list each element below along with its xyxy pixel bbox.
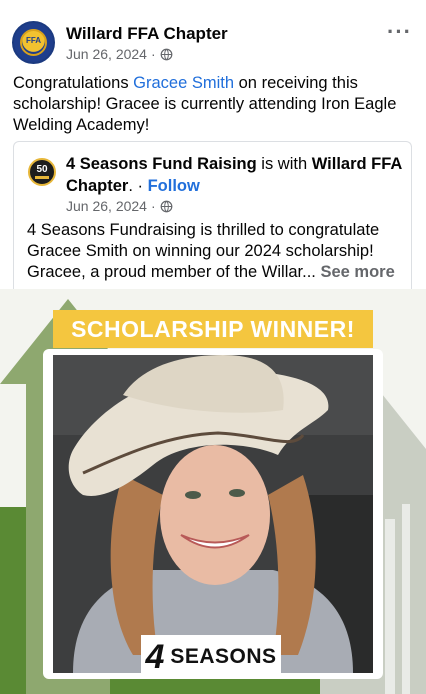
winner-photo xyxy=(53,355,373,673)
post-text: Congratulations Gracee Smith on receivin… xyxy=(13,74,397,134)
shared-author-avatar[interactable]: 50 xyxy=(28,158,56,186)
see-more-link[interactable]: See more xyxy=(320,263,394,281)
meta-separator: · xyxy=(150,46,156,62)
scholarship-winner-banner: SCHOLARSHIP WINNER! xyxy=(53,310,373,348)
page-avatar[interactable]: FFA xyxy=(12,21,55,64)
post-date[interactable]: Jun 26, 2024 xyxy=(66,46,147,62)
post-meta: Jun 26, 2024 · xyxy=(66,46,173,62)
post-header: FFA Willard FFA Chapter Jun 26, 2024 · ·… xyxy=(0,0,426,70)
page-name-link[interactable]: Willard FFA Chapter xyxy=(66,24,228,44)
shared-post-card[interactable]: 50 4 Seasons Fund Raising is with Willar… xyxy=(13,141,412,291)
globe-icon xyxy=(160,200,173,212)
four-seasons-logo: 4 SEASONS xyxy=(141,635,281,679)
globe-icon xyxy=(160,48,173,60)
shared-post-title: 4 Seasons Fund Raising is with Willard F… xyxy=(66,155,402,195)
mention-link[interactable]: Gracee Smith xyxy=(133,74,234,92)
follow-button[interactable]: Follow xyxy=(148,177,200,195)
shared-post-date[interactable]: Jun 26, 2024 xyxy=(66,198,147,214)
shared-author-link[interactable]: 4 Seasons Fund Raising xyxy=(66,155,257,173)
logo-mark: 4 xyxy=(145,638,165,676)
logo-text: SEASONS xyxy=(170,645,277,668)
shared-post-meta: Jun 26, 2024 · xyxy=(66,198,173,214)
more-options-icon[interactable]: ··· xyxy=(387,21,412,43)
post-image[interactable]: SCHOLARSHIP WINNER! 4 SEASONS xyxy=(0,289,426,694)
shared-post-body: 4 Seasons Fundraising is thrilled to con… xyxy=(27,221,395,281)
